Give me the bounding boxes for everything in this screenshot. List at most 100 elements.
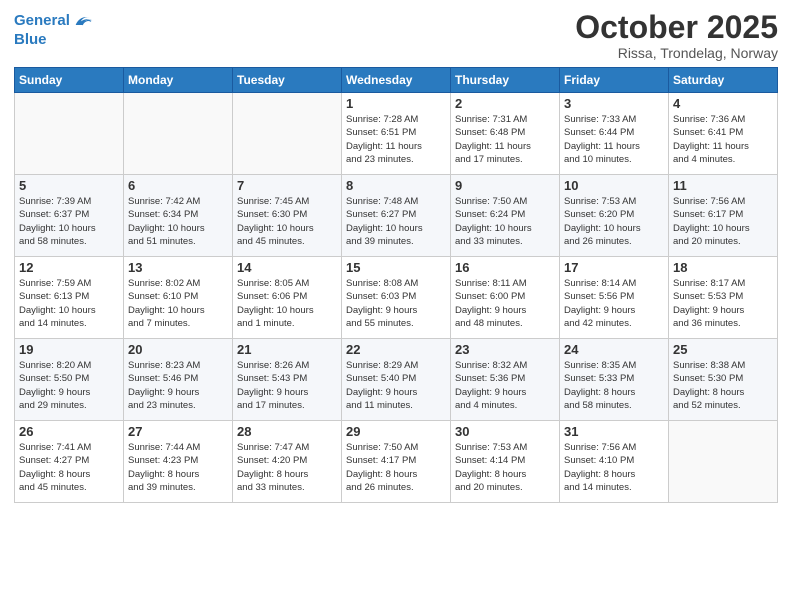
day-number: 22 (346, 342, 446, 357)
day-number: 1 (346, 96, 446, 111)
day-number: 3 (564, 96, 664, 111)
day-number: 16 (455, 260, 555, 275)
day-info: Sunrise: 8:14 AM Sunset: 5:56 PM Dayligh… (564, 277, 664, 330)
table-row: 4Sunrise: 7:36 AM Sunset: 6:41 PM Daylig… (669, 93, 778, 175)
day-number: 31 (564, 424, 664, 439)
day-info: Sunrise: 8:20 AM Sunset: 5:50 PM Dayligh… (19, 359, 119, 412)
table-row: 29 Sunrise: 7:50 AM Sunset: 4:17 PM Dayli… (342, 421, 451, 503)
table-row: 3 Sunrise: 7:33 AM Sunset: 6:44 PM Daylig… (560, 93, 669, 175)
logo-bird-icon (72, 10, 94, 32)
day-info: Sunrise: 7:59 AM Sunset: 6:13 PM Dayligh… (19, 277, 119, 330)
table-row: 7 Sunrise: 7:45 AM Sunset: 6:30 PM Daylig… (233, 175, 342, 257)
day-info: Sunrise: 7:50 AM Sunset: 4:17 PM Dayligh… (346, 441, 446, 494)
day-number: 19 (19, 342, 119, 357)
day-info: Sunrise: 7:39 AM Sunset: 6:37 PM Dayligh… (19, 195, 119, 248)
day-info: Sunrise: 7:42 AM Sunset: 6:34 PM Dayligh… (128, 195, 228, 248)
day-info: Sunrise: 8:02 AM Sunset: 6:10 PM Dayligh… (128, 277, 228, 330)
day-number: 2 (455, 96, 555, 111)
day-info: Sunrise: 7:50 AM Sunset: 6:24 PM Dayligh… (455, 195, 555, 248)
day-info: Sunrise: 8:05 AM Sunset: 6:06 PM Dayligh… (237, 277, 337, 330)
calendar-week-row: 1 Sunrise: 7:28 AM Sunset: 6:51 PM Daylig… (15, 93, 778, 175)
day-info: Sunrise: 8:11 AM Sunset: 6:00 PM Dayligh… (455, 277, 555, 330)
table-row: 11 Sunrise: 7:56 AM Sunset: 6:17 PM Dayli… (669, 175, 778, 257)
logo: General Blue (14, 10, 94, 49)
day-number: 28 (237, 424, 337, 439)
day-number: 26 (19, 424, 119, 439)
logo-text: General (14, 13, 70, 30)
day-info: Sunrise: 7:45 AM Sunset: 6:30 PM Dayligh… (237, 195, 337, 248)
day-info: Sunrise: 7:53 AM Sunset: 6:20 PM Dayligh… (564, 195, 664, 248)
table-row: 5Sunrise: 7:39 AM Sunset: 6:37 PM Daylig… (15, 175, 124, 257)
header: General Blue October 2025 Rissa, Trondel… (14, 10, 778, 61)
day-number: 17 (564, 260, 664, 275)
table-row: 31 Sunrise: 7:56 AM Sunset: 4:10 PM Dayli… (560, 421, 669, 503)
day-number: 23 (455, 342, 555, 357)
day-number: 24 (564, 342, 664, 357)
table-row: 10 Sunrise: 7:53 AM Sunset: 6:20 PM Dayli… (560, 175, 669, 257)
table-row: 9Sunrise: 7:50 AM Sunset: 6:24 PM Daylig… (451, 175, 560, 257)
day-number: 29 (346, 424, 446, 439)
table-row: 25Sunrise: 8:38 AM Sunset: 5:30 PM Dayli… (669, 339, 778, 421)
day-info: Sunrise: 7:31 AM Sunset: 6:48 PM Dayligh… (455, 113, 555, 166)
location: Rissa, Trondelag, Norway (575, 45, 778, 61)
day-number: 7 (237, 178, 337, 193)
table-row (124, 93, 233, 175)
col-saturday: Saturday (669, 68, 778, 93)
day-info: Sunrise: 7:47 AM Sunset: 4:20 PM Dayligh… (237, 441, 337, 494)
day-info: Sunrise: 7:56 AM Sunset: 6:17 PM Dayligh… (673, 195, 773, 248)
table-row: 19 Sunrise: 8:20 AM Sunset: 5:50 PM Dayli… (15, 339, 124, 421)
day-number: 27 (128, 424, 228, 439)
day-info: Sunrise: 8:32 AM Sunset: 5:36 PM Dayligh… (455, 359, 555, 412)
col-sunday: Sunday (15, 68, 124, 93)
day-number: 11 (673, 178, 773, 193)
title-block: October 2025 Rissa, Trondelag, Norway (575, 10, 778, 61)
day-info: Sunrise: 8:23 AM Sunset: 5:46 PM Dayligh… (128, 359, 228, 412)
table-row: 26 Sunrise: 7:41 AM Sunset: 4:27 PM Dayli… (15, 421, 124, 503)
table-row: 30Sunrise: 7:53 AM Sunset: 4:14 PM Dayli… (451, 421, 560, 503)
table-row: 12 Sunrise: 7:59 AM Sunset: 6:13 PM Dayli… (15, 257, 124, 339)
col-tuesday: Tuesday (233, 68, 342, 93)
day-number: 4 (673, 96, 773, 111)
day-number: 21 (237, 342, 337, 357)
day-number: 12 (19, 260, 119, 275)
day-info: Sunrise: 7:44 AM Sunset: 4:23 PM Dayligh… (128, 441, 228, 494)
table-row (15, 93, 124, 175)
col-thursday: Thursday (451, 68, 560, 93)
day-info: Sunrise: 7:41 AM Sunset: 4:27 PM Dayligh… (19, 441, 119, 494)
day-number: 20 (128, 342, 228, 357)
calendar-week-row: 12 Sunrise: 7:59 AM Sunset: 6:13 PM Dayli… (15, 257, 778, 339)
day-info: Sunrise: 8:26 AM Sunset: 5:43 PM Dayligh… (237, 359, 337, 412)
day-info: Sunrise: 7:48 AM Sunset: 6:27 PM Dayligh… (346, 195, 446, 248)
day-info: Sunrise: 7:33 AM Sunset: 6:44 PM Dayligh… (564, 113, 664, 166)
calendar-week-row: 19 Sunrise: 8:20 AM Sunset: 5:50 PM Dayli… (15, 339, 778, 421)
table-row (669, 421, 778, 503)
table-row: 2 Sunrise: 7:31 AM Sunset: 6:48 PM Daylig… (451, 93, 560, 175)
table-row: 18Sunrise: 8:17 AM Sunset: 5:53 PM Dayli… (669, 257, 778, 339)
day-number: 18 (673, 260, 773, 275)
day-info: Sunrise: 8:35 AM Sunset: 5:33 PM Dayligh… (564, 359, 664, 412)
page-container: General Blue October 2025 Rissa, Trondel… (0, 0, 792, 511)
table-row: 8Sunrise: 7:48 AM Sunset: 6:27 PM Daylig… (342, 175, 451, 257)
day-info: Sunrise: 7:28 AM Sunset: 6:51 PM Dayligh… (346, 113, 446, 166)
day-number: 13 (128, 260, 228, 275)
table-row: 15Sunrise: 8:08 AM Sunset: 6:03 PM Dayli… (342, 257, 451, 339)
col-friday: Friday (560, 68, 669, 93)
col-wednesday: Wednesday (342, 68, 451, 93)
calendar-week-row: 26 Sunrise: 7:41 AM Sunset: 4:27 PM Dayli… (15, 421, 778, 503)
table-row: 1 Sunrise: 7:28 AM Sunset: 6:51 PM Daylig… (342, 93, 451, 175)
day-number: 15 (346, 260, 446, 275)
table-row: 21 Sunrise: 8:26 AM Sunset: 5:43 PM Dayli… (233, 339, 342, 421)
table-row: 24 Sunrise: 8:35 AM Sunset: 5:33 PM Dayli… (560, 339, 669, 421)
table-row: 14 Sunrise: 8:05 AM Sunset: 6:06 PM Dayli… (233, 257, 342, 339)
table-row: 27 Sunrise: 7:44 AM Sunset: 4:23 PM Dayli… (124, 421, 233, 503)
day-number: 10 (564, 178, 664, 193)
day-info: Sunrise: 7:56 AM Sunset: 4:10 PM Dayligh… (564, 441, 664, 494)
day-number: 25 (673, 342, 773, 357)
table-row: 22Sunrise: 8:29 AM Sunset: 5:40 PM Dayli… (342, 339, 451, 421)
col-monday: Monday (124, 68, 233, 93)
table-row: 23 Sunrise: 8:32 AM Sunset: 5:36 PM Dayli… (451, 339, 560, 421)
day-number: 6 (128, 178, 228, 193)
day-number: 30 (455, 424, 555, 439)
table-row: 20 Sunrise: 8:23 AM Sunset: 5:46 PM Dayli… (124, 339, 233, 421)
day-number: 14 (237, 260, 337, 275)
